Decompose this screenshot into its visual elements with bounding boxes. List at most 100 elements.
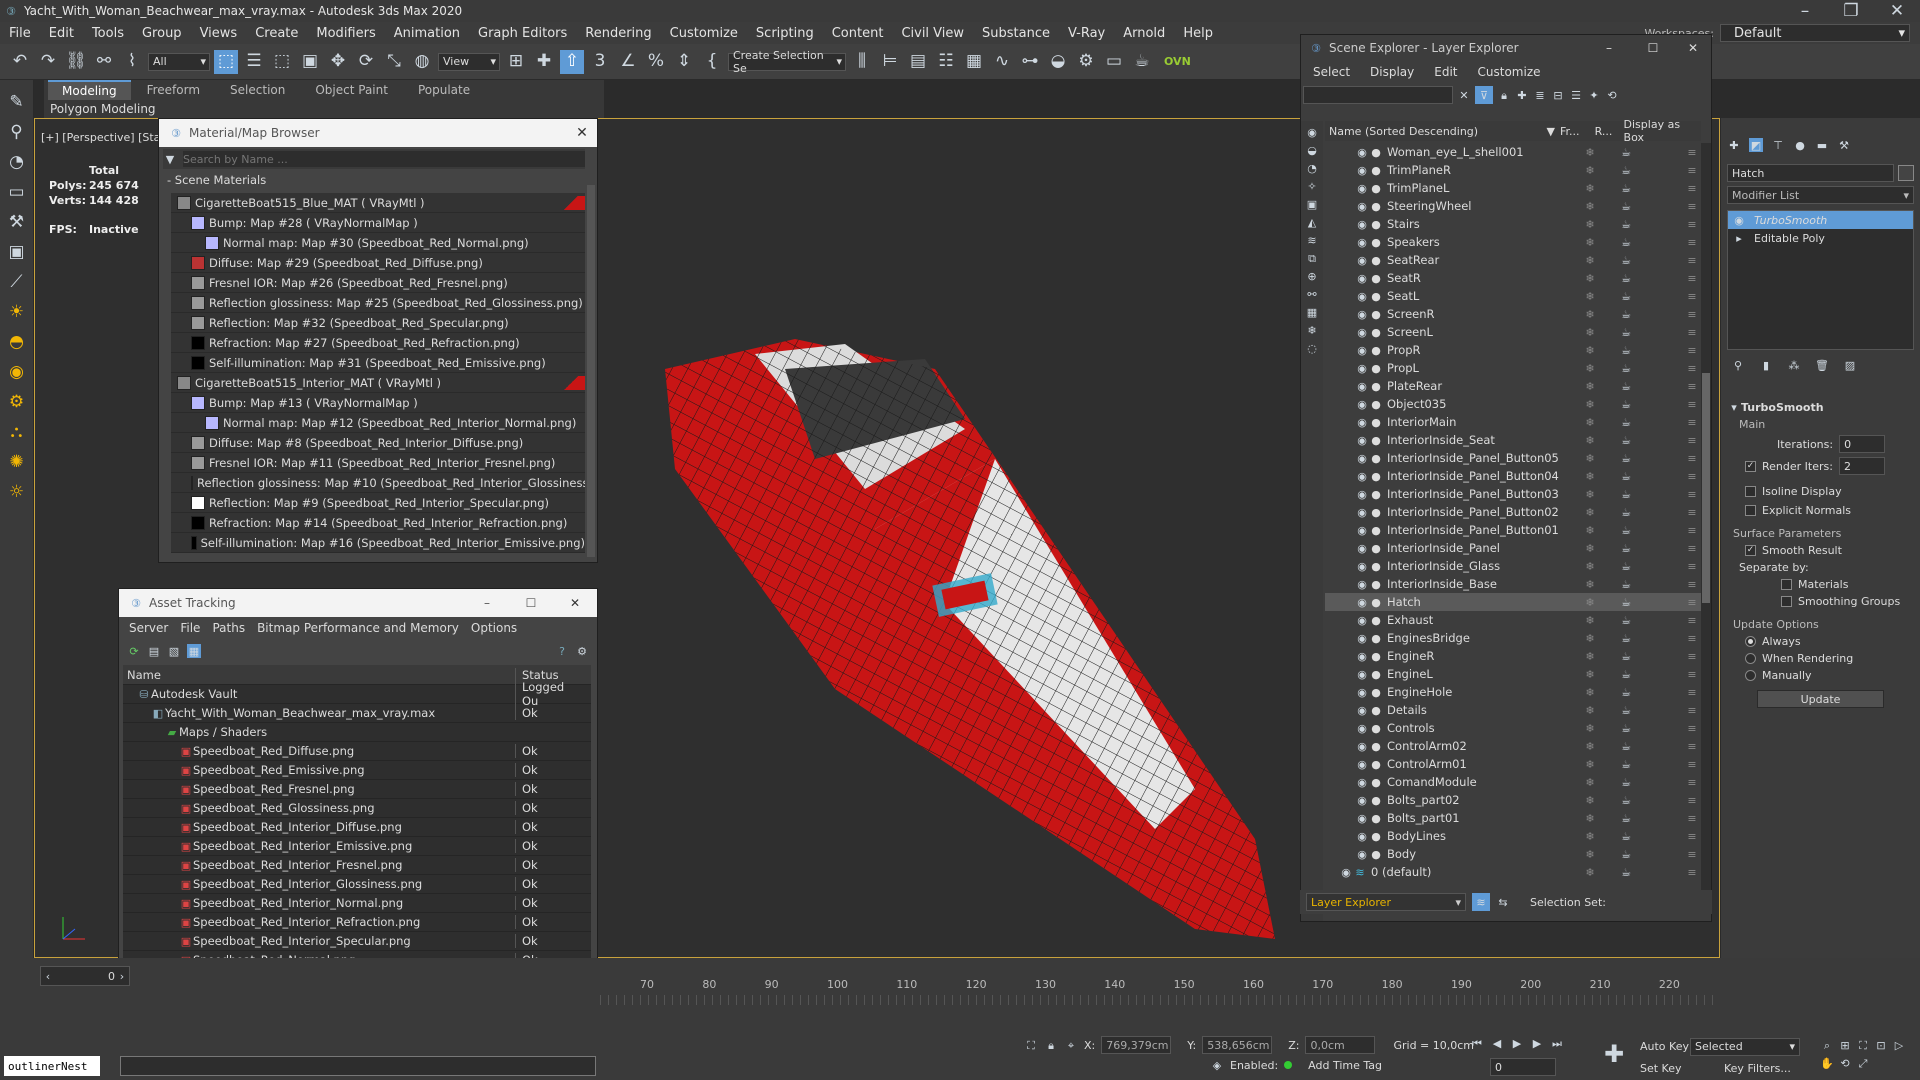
asset-row[interactable]: ▣ Speedboat_Red_Interior_Normal.png Ok [123,894,591,913]
pin-stack-icon[interactable]: ⚲ [1731,358,1745,372]
display-as-box-icon[interactable]: ≡ [1685,829,1699,843]
scene-object-row[interactable]: ◉ ● Woman_eye_L_shell001 ❄ ☕ ≡ [1325,143,1701,161]
hierarchy-tab-icon[interactable]: ⊤ [1771,138,1785,152]
eye-icon[interactable]: ◉ [1355,667,1369,681]
scene-materials-header[interactable]: - Scene Materials [159,169,597,191]
menu-rendering[interactable]: Rendering [576,26,660,41]
renderable-icon[interactable]: ☕ [1619,163,1633,177]
fov-icon[interactable]: ▷ [1892,1038,1906,1052]
asset-menu-file[interactable]: File [174,621,206,635]
particle-icon[interactable]: ⛬ [5,420,29,444]
renderable-icon[interactable]: ☕ [1619,613,1633,627]
selection-lock-icon[interactable]: 🔒︎ [1044,1038,1058,1052]
menu-file[interactable]: File [0,26,40,41]
keyboard-shortcut-icon[interactable]: ⇧ [560,49,584,74]
maximize-icon[interactable]: ☐ [1631,41,1675,55]
render-frame-icon[interactable]: ▭ [1102,50,1126,74]
render-icon[interactable]: ☕ [1130,50,1154,74]
scene-object-row[interactable]: ◉ ● Speakers ❄ ☕ ≡ [1325,233,1701,251]
shapes-filter-icon[interactable]: ◔ [1305,161,1319,175]
display-as-box-icon[interactable]: ≡ [1685,577,1699,591]
eye-icon[interactable]: ◉ [1355,469,1369,483]
viewport-label[interactable]: [+] [Perspective] [Sta [41,131,160,144]
eye-icon[interactable]: ◉ [1355,721,1369,735]
asset-row[interactable]: ▣ Speedboat_Red_Interior_Glossiness.png Ok [123,875,591,894]
clear-search-icon[interactable]: ✕ [1457,88,1471,102]
display-as-box-icon[interactable]: ≡ [1685,397,1699,411]
ribbon-subtab-polygon-modeling[interactable]: Polygon Modeling [50,102,156,116]
asset-row[interactable]: ▣ Speedboat_Red_Interior_Emissive.png Ok [123,837,591,856]
toggle-scene-explorer-icon[interactable]: ▤ [906,50,930,74]
select-by-name-icon[interactable]: ☰ [242,50,266,74]
renderable-icon[interactable]: ☕ [1619,451,1633,465]
renderable-icon[interactable]: ☕ [1619,433,1633,447]
restore-icon[interactable]: ❐ [1828,0,1874,23]
display-as-box-icon[interactable]: ≡ [1685,775,1699,789]
freeze-icon[interactable]: ❄ [1583,343,1597,357]
current-frame-field[interactable]: 0 [1490,1058,1556,1076]
zoom-icon[interactable]: ⌕ [1820,1038,1834,1052]
eye-icon[interactable]: ◉ [1355,559,1369,573]
eye-icon[interactable]: ◉ [1355,433,1369,447]
orbit-icon[interactable]: ⟲ [1838,1056,1852,1070]
containers-filter-icon[interactable]: ▦ [1305,305,1319,319]
material-editor-icon[interactable]: ◒ [1046,50,1070,74]
eye-icon[interactable]: ◉ [1355,451,1369,465]
scene-object-row[interactable]: ◉ ● InteriorInside_Glass ❄ ☕ ≡ [1325,557,1701,575]
eye-icon[interactable]: ◉ [1355,325,1369,339]
select-object-icon[interactable]: ⬚ [214,49,238,74]
configure-sets-icon[interactable]: ▨ [1843,358,1857,372]
eye-icon[interactable]: ◉ [1355,793,1369,807]
bind-spacewarp-icon[interactable]: ⌇ [120,50,144,74]
display-all-icon[interactable]: ◉ [1305,125,1319,139]
timeline-track[interactable]: 70 80 90 100 110 120 130 140 150 160 170 180 190 200 2… [600,978,1720,1008]
maxscript-listener[interactable]: outlinerNest [4,1056,100,1076]
renderable-icon[interactable]: ☕ [1619,667,1633,681]
refresh-icon[interactable]: ⟳ [127,644,141,658]
eye-icon[interactable]: ◉ [1355,397,1369,411]
eye-icon[interactable]: ◉ [1355,523,1369,537]
eye-icon[interactable]: ◉ [1355,577,1369,591]
frozen-filter-icon[interactable]: ❄ [1305,323,1319,337]
renderable-icon[interactable]: ☕ [1619,559,1633,573]
map-item[interactable]: Diffuse: Map #8 (Speedboat_Red_Interior_… [171,433,585,453]
show-end-result-icon[interactable]: ▮ [1759,358,1773,372]
time-slider[interactable]: ‹ 0 › [40,966,130,986]
layer-mode-icon[interactable]: ≋ [1472,893,1490,911]
asset-row[interactable]: ◧ Yacht_With_Woman_Beachwear_max_vray.max… [123,704,591,723]
spacewarps-icon[interactable]: ◉ [5,360,29,384]
display-as-box-icon[interactable]: ≡ [1685,685,1699,699]
renderable-icon[interactable]: ☕ [1619,793,1633,807]
renderable-icon[interactable]: ☕ [1619,307,1633,321]
scene-object-row[interactable]: ◉ ● InteriorInside_Panel ❄ ☕ ≡ [1325,539,1701,557]
cameras-filter-icon[interactable]: ▣ [1305,197,1319,211]
renderable-icon[interactable]: ☕ [1619,181,1633,195]
scene-object-row[interactable]: ◉ ● ScreenR ❄ ☕ ≡ [1325,305,1701,323]
asset-menu-bitmap-performance-and-memory[interactable]: Bitmap Performance and Memory [251,621,465,635]
display-tab-icon[interactable]: ▬ [1815,138,1829,152]
scene-object-row[interactable]: ◉ ● SteeringWheel ❄ ☕ ≡ [1325,197,1701,215]
stack-item-editable-poly[interactable]: ▸ Editable Poly [1728,229,1913,247]
display-as-box-icon[interactable]: ≡ [1685,847,1699,861]
map-item[interactable]: Self-illumination: Map #31 (Speedboat_Re… [171,353,585,373]
freeze-icon[interactable]: ❄ [1583,271,1597,285]
material-item[interactable]: CigaretteBoat515_Blue_MAT ( VRayMtl ) [171,193,585,213]
freeze-icon[interactable]: ❄ [1583,289,1597,303]
motion-tab-icon[interactable]: ● [1793,138,1807,152]
eye-icon[interactable]: ◉ [1355,829,1369,843]
menu-group[interactable]: Group [133,26,191,41]
zoom-all-icon[interactable]: ⊞ [1838,1038,1852,1052]
scene-object-row[interactable]: ◉ ● InteriorInside_Panel_Button03 ❄ ☕ ≡ [1325,485,1701,503]
selected-key-filter[interactable]: Selected ▾ [1690,1038,1800,1056]
camera-icon[interactable]: ▣ [5,240,29,264]
ribbon-tab-populate[interactable]: Populate [404,81,484,99]
scene-object-row[interactable]: ◉ ● InteriorInside_Base ❄ ☕ ≡ [1325,575,1701,593]
object-color-swatch[interactable] [1898,165,1914,181]
display-as-box-icon[interactable]: ≡ [1685,271,1699,285]
mirror-icon[interactable]: ⫼ [850,50,874,74]
scene-object-row[interactable]: ◉ ● SeatL ❄ ☕ ≡ [1325,287,1701,305]
eye-icon[interactable]: ◉ [1355,649,1369,663]
freeze-icon[interactable]: ❄ [1583,631,1597,645]
scale-icon[interactable]: ⤡ [382,50,406,74]
scene-object-row[interactable]: ◉ ● Exhaust ❄ ☕ ≡ [1325,611,1701,629]
